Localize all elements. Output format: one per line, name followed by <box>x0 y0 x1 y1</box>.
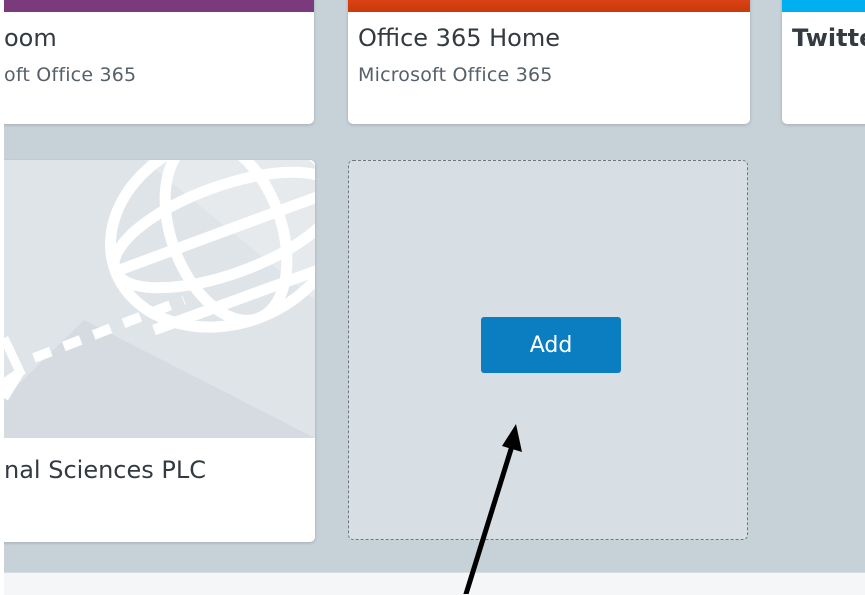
tile-subtitle: oft Office 365 <box>4 64 137 86</box>
footer-strip <box>4 572 865 595</box>
app-tile-twitter-partial[interactable]: Twitte <box>782 0 865 124</box>
app-catalog-canvas: oom oft Office 365 Office 365 Home Micro… <box>4 0 865 572</box>
add-app-placeholder-tile[interactable]: Add <box>348 160 748 540</box>
app-tile-partial-left[interactable]: oom oft Office 365 <box>4 0 314 124</box>
tile-title: oom <box>4 24 57 52</box>
tile-title: nal Sciences PLC <box>4 456 206 484</box>
tile-color-bar <box>4 0 314 12</box>
add-button[interactable]: Add <box>481 317 621 373</box>
globe-network-illustration-icon <box>4 160 315 438</box>
tile-color-bar <box>348 0 750 12</box>
tile-color-bar <box>782 0 865 12</box>
app-tile-sciences-plc[interactable]: nal Sciences PLC <box>4 160 315 542</box>
tile-title: Twitte <box>792 24 865 52</box>
tile-subtitle: Microsoft Office 365 <box>358 64 553 86</box>
app-tile-office-365-home[interactable]: Office 365 Home Microsoft Office 365 <box>348 0 750 124</box>
tile-title: Office 365 Home <box>358 24 560 52</box>
